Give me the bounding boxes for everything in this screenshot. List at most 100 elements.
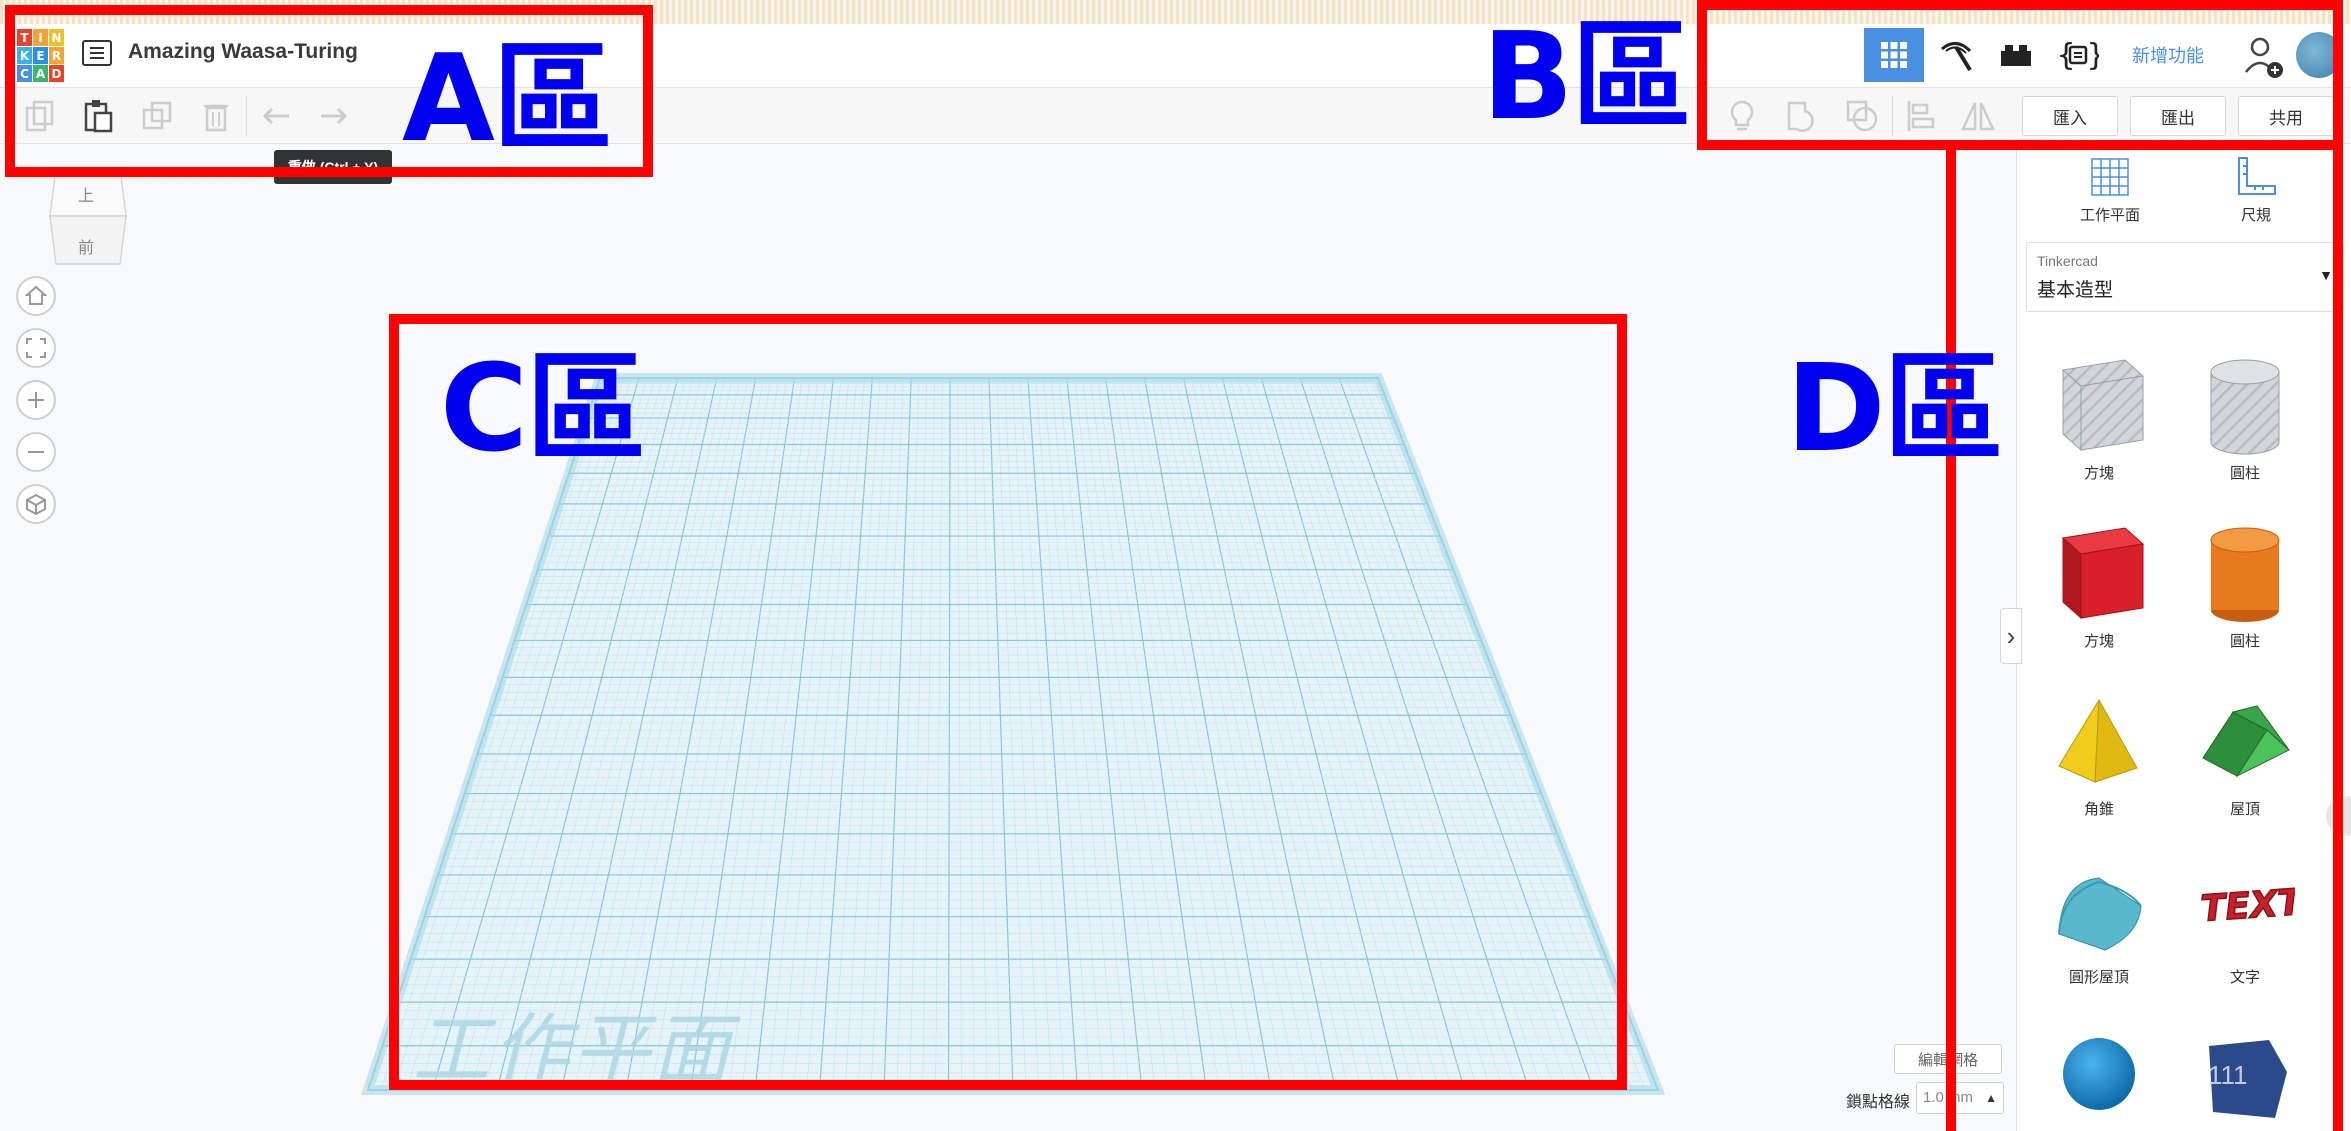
ruler-tool[interactable]: 尺規	[2216, 154, 2296, 225]
grid-line	[1346, 377, 1607, 1091]
grid-line	[1268, 377, 1478, 1091]
browser-top-strip	[0, 0, 2351, 24]
shape-pyramid[interactable]: 角錐	[2044, 686, 2154, 819]
grid-line	[1120, 377, 1233, 1091]
redo-icon[interactable]	[314, 96, 354, 136]
shape-library-select[interactable]: Tinkercad 基本造型 ▼	[2026, 242, 2344, 312]
delete-icon[interactable]	[196, 96, 236, 136]
shape-box-hole[interactable]: 方塊	[2044, 350, 2154, 483]
logo-letter: T	[17, 29, 32, 46]
grid-line	[1214, 377, 1388, 1091]
grid-line	[1105, 377, 1208, 1091]
ungroup-icon[interactable]	[1842, 96, 1882, 136]
undo-icon[interactable]	[256, 96, 296, 136]
workplane-surface	[366, 377, 1660, 1091]
grid-line	[1089, 377, 1181, 1091]
grid-line	[1206, 377, 1375, 1091]
grid-line	[703, 377, 803, 1091]
sphere-icon	[2063, 1038, 2135, 1110]
box-hole-icon	[2061, 359, 2145, 452]
share-button[interactable]: 共用	[2238, 96, 2334, 136]
codeblocks-icon[interactable]: {}	[2048, 28, 2108, 82]
grid-line	[1152, 377, 1285, 1091]
perspective-icon[interactable]	[16, 484, 56, 524]
grid-line	[896, 377, 920, 1091]
snap-grid-select[interactable]: 1.0 mm ▲	[1916, 1082, 2004, 1114]
logo-letter: N	[49, 29, 64, 46]
grid-line	[716, 377, 811, 1091]
grid-line	[1097, 377, 1194, 1091]
grid-line	[1369, 377, 1646, 1091]
grid-line	[1229, 377, 1414, 1091]
library-vendor: Tinkercad	[2037, 253, 2098, 269]
grid-line	[922, 377, 935, 1091]
pickaxe-icon[interactable]	[1928, 28, 1984, 82]
toolbar-separator	[1892, 96, 1893, 136]
grid-line	[599, 377, 741, 1091]
logo-letter: I	[33, 29, 48, 46]
duplicate-icon[interactable]	[138, 96, 178, 136]
shape-box[interactable]: 方塊	[2044, 518, 2154, 651]
user-avatar[interactable]	[2296, 32, 2342, 78]
home-icon[interactable]	[16, 276, 56, 316]
shape-sphere[interactable]	[2044, 1022, 2154, 1131]
workplane-tool-label: 工作平面	[2079, 207, 2140, 224]
shape-label: 圓形屋頂	[2068, 969, 2129, 986]
zoom-out-icon[interactable]	[16, 432, 56, 472]
import-button[interactable]: 匯入	[2022, 96, 2118, 136]
new-features-link[interactable]: 新增功能	[2132, 42, 2204, 68]
grid-line	[965, 377, 975, 1091]
shape-round-roof[interactable]: 圓形屋頂	[2044, 854, 2154, 987]
tinkercad-logo[interactable]: TINKERCAD	[17, 29, 65, 83]
grid-view-icon[interactable]	[1864, 28, 1924, 82]
grid-line	[1136, 377, 1259, 1091]
grid-line	[1074, 377, 1156, 1091]
brick-icon[interactable]	[1988, 28, 2044, 82]
workplane-tool[interactable]: 工作平面	[2070, 154, 2150, 225]
paste-icon[interactable]	[78, 96, 118, 136]
grid-line	[780, 377, 850, 1091]
grid-line	[1058, 377, 1130, 1091]
grid-line	[1050, 377, 1117, 1091]
group-icon[interactable]	[1782, 96, 1822, 136]
grid-line	[832, 377, 881, 1091]
mirror-icon[interactable]	[1958, 96, 1998, 136]
panel-collapse-icon[interactable]: ›	[2000, 608, 2022, 664]
grid-line	[1027, 377, 1079, 1091]
cylinder-hole-icon	[2210, 359, 2280, 455]
align-icon[interactable]	[1900, 96, 1940, 136]
shape-text[interactable]: TEXT 文字	[2190, 854, 2300, 987]
lightbulb-icon[interactable]	[1722, 96, 1762, 136]
workplane-icon	[2091, 158, 2129, 196]
grid-line	[767, 377, 842, 1091]
grid-line	[1299, 377, 1530, 1091]
grid-line	[677, 377, 788, 1091]
zoom-in-icon[interactable]	[16, 380, 56, 420]
grid-line	[1377, 377, 1659, 1091]
workplane-label: 工作平面	[412, 1006, 733, 1096]
grid-line	[1190, 377, 1349, 1091]
grid-line	[818, 377, 873, 1091]
export-button[interactable]: 匯出	[2130, 96, 2226, 136]
grid-line	[1276, 377, 1491, 1091]
grid-line	[1338, 377, 1595, 1091]
page-indicator: 111	[2208, 1060, 2248, 1090]
design-list-icon[interactable]	[82, 40, 112, 66]
project-title[interactable]: Amazing Waasa-Turing	[128, 40, 358, 64]
grid-line	[470, 377, 663, 1091]
grid-line	[1354, 377, 1620, 1091]
grid-line	[509, 377, 686, 1091]
grid-line	[980, 377, 1001, 1091]
shape-cylinder-hole[interactable]: 圓柱	[2190, 350, 2300, 483]
invite-user-icon[interactable]	[2244, 34, 2284, 80]
grid-line	[1128, 377, 1246, 1091]
round-roof-icon	[2058, 877, 2142, 951]
fit-view-icon[interactable]	[16, 328, 56, 368]
shape-roof[interactable]: 屋頂	[2190, 686, 2300, 819]
shape-cylinder[interactable]: 圓柱	[2190, 518, 2300, 651]
grid-line	[483, 377, 671, 1091]
copy-icon[interactable]	[20, 96, 60, 136]
grid-line	[806, 377, 865, 1091]
logo-letter: C	[17, 65, 32, 82]
viewcube-top-label: 上	[78, 188, 95, 205]
